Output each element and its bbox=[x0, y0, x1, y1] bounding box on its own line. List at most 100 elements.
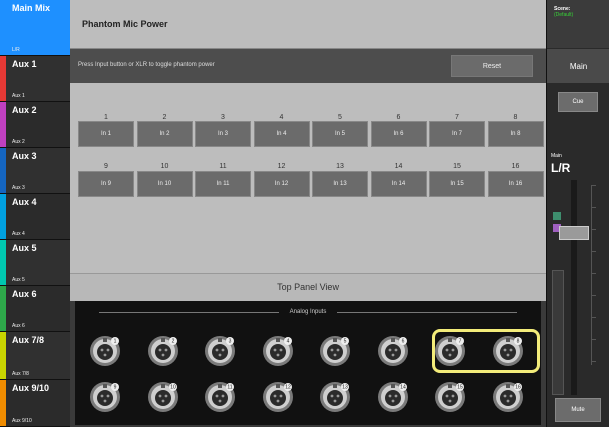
sidebar-mix-item[interactable]: Main Mix L/R bbox=[0, 0, 70, 56]
mix-sub-label: Aux 5 bbox=[12, 277, 25, 283]
svg-text:8: 8 bbox=[516, 339, 519, 345]
xlr-connector-icon[interactable]: 9 bbox=[89, 381, 121, 413]
mute-button[interactable]: Mute bbox=[555, 398, 601, 422]
scale-tick bbox=[592, 207, 596, 208]
input-button[interactable]: In 8 bbox=[487, 121, 544, 147]
xlr-connector-icon[interactable]: 16 bbox=[492, 381, 524, 413]
mix-name: Aux 2 bbox=[12, 105, 37, 115]
mix-name: Aux 5 bbox=[12, 243, 37, 253]
svg-text:3: 3 bbox=[229, 339, 232, 345]
input-button[interactable]: In 6 bbox=[370, 121, 427, 147]
fader-handle[interactable] bbox=[559, 226, 589, 240]
input-button[interactable]: In 13 bbox=[312, 171, 368, 197]
svg-text:12: 12 bbox=[285, 385, 291, 391]
input-number: 1 bbox=[104, 114, 108, 121]
scene-value: (Default) bbox=[554, 12, 574, 18]
input-button[interactable]: In 14 bbox=[370, 171, 427, 197]
sidebar-mix-item[interactable]: Aux 4 Aux 4 bbox=[0, 194, 70, 240]
instruction-bar: Press Input button or XLR to toggle phan… bbox=[70, 49, 546, 83]
mix-name: Aux 3 bbox=[12, 151, 37, 161]
mix-name: Aux 6 bbox=[12, 289, 37, 299]
fader-channel-name: L/R bbox=[551, 161, 571, 175]
input-button[interactable]: In 4 bbox=[253, 121, 310, 147]
input-number: 16 bbox=[511, 163, 520, 170]
scale-tick bbox=[592, 251, 596, 252]
svg-text:5: 5 bbox=[344, 339, 347, 345]
sidebar-mix-item[interactable]: Aux 5 Aux 5 bbox=[0, 240, 70, 286]
reset-button[interactable]: Reset bbox=[451, 55, 533, 77]
top-panel-title: Top Panel View bbox=[277, 282, 339, 292]
input-button[interactable]: In 10 bbox=[136, 171, 193, 197]
input-button[interactable]: In 1 bbox=[78, 121, 134, 147]
cue-button[interactable]: Cue bbox=[558, 92, 598, 112]
xlr-connector-icon[interactable]: 13 bbox=[319, 381, 351, 413]
scale-tick bbox=[592, 273, 596, 274]
sidebar-mix-item[interactable]: Aux 1 Aux 1 bbox=[0, 56, 70, 102]
sidebar-mix-item[interactable]: Aux 3 Aux 3 bbox=[0, 148, 70, 194]
scale-tick bbox=[592, 339, 596, 340]
xlr-connector-icon[interactable]: 2 bbox=[147, 335, 179, 367]
input-button[interactable]: In 12 bbox=[253, 171, 310, 197]
instruction-text: Press Input button or XLR to toggle phan… bbox=[78, 62, 215, 68]
input-number: 13 bbox=[336, 163, 344, 170]
xlr-connector-icon[interactable]: 10 bbox=[147, 381, 179, 413]
page-header: Phantom Mic Power bbox=[70, 0, 546, 49]
input-number: 5 bbox=[338, 114, 342, 121]
input-button[interactable]: In 2 bbox=[136, 121, 193, 147]
input-button[interactable]: In 3 bbox=[195, 121, 251, 147]
scale-tick bbox=[592, 361, 596, 362]
xlr-connector-icon[interactable]: 5 bbox=[319, 335, 351, 367]
xlr-connector-icon[interactable]: 1 bbox=[89, 335, 121, 367]
input-button[interactable]: In 9 bbox=[78, 171, 134, 197]
xlr-connector-icon[interactable]: 6 bbox=[377, 335, 409, 367]
xlr-connector-icon[interactable]: 14 bbox=[377, 381, 409, 413]
input-button[interactable]: In 11 bbox=[195, 171, 251, 197]
input-button[interactable]: In 5 bbox=[312, 121, 368, 147]
svg-text:1: 1 bbox=[114, 339, 117, 345]
mix-name: Aux 7/8 bbox=[12, 335, 45, 345]
input-number: 7 bbox=[455, 114, 459, 121]
input-number: 2 bbox=[162, 114, 167, 121]
mix-sub-label: Aux 3 bbox=[12, 185, 25, 191]
svg-text:16: 16 bbox=[515, 385, 521, 391]
svg-text:9: 9 bbox=[114, 385, 117, 391]
xlr-connector-icon[interactable]: 8 bbox=[492, 335, 524, 367]
sidebar-mix-item[interactable]: Aux 2 Aux 2 bbox=[0, 102, 70, 148]
xlr-connector-icon[interactable]: 4 bbox=[262, 335, 294, 367]
input-number: 10 bbox=[160, 163, 169, 170]
xlr-connector-icon[interactable]: 12 bbox=[262, 381, 294, 413]
xlr-connector-icon[interactable]: 15 bbox=[434, 381, 466, 413]
page-title: Phantom Mic Power bbox=[82, 19, 168, 29]
mix-color-strip bbox=[0, 194, 6, 239]
input-button[interactable]: In 16 bbox=[487, 171, 544, 197]
input-number: 8 bbox=[513, 114, 518, 121]
svg-text:4: 4 bbox=[286, 339, 289, 345]
sidebar-mix-item[interactable]: Aux 6 Aux 6 bbox=[0, 286, 70, 332]
xlr-connector-icon[interactable]: 7 bbox=[434, 335, 466, 367]
sidebar-mix-item[interactable]: Aux 9/10 Aux 9/10 bbox=[0, 380, 70, 427]
mix-sub-label: Aux 6 bbox=[12, 323, 25, 329]
sidebar-mix-item[interactable]: Aux 7/8 Aux 7/8 bbox=[0, 332, 70, 380]
mix-name: Main Mix bbox=[12, 3, 51, 13]
fader-title: Main bbox=[551, 153, 562, 159]
main-mix-label: Main bbox=[547, 49, 609, 83]
scale-tick bbox=[592, 185, 596, 186]
fader-track[interactable] bbox=[571, 180, 577, 395]
mix-sub-label: L/R bbox=[12, 47, 20, 53]
input-number: 4 bbox=[279, 114, 284, 121]
mix-sub-label: Aux 2 bbox=[12, 139, 25, 145]
xlr-connector-icon[interactable]: 3 bbox=[204, 335, 236, 367]
svg-text:13: 13 bbox=[342, 385, 348, 391]
scene-indicator[interactable]: Scene: (Default) bbox=[547, 0, 609, 48]
level-meter bbox=[552, 270, 564, 395]
input-number: 3 bbox=[221, 114, 225, 121]
input-button[interactable]: In 15 bbox=[429, 171, 485, 197]
scale-tick bbox=[592, 317, 596, 318]
xlr-connector-icon[interactable]: 11 bbox=[204, 381, 236, 413]
svg-text:10: 10 bbox=[170, 385, 176, 391]
mix-color-strip bbox=[0, 102, 6, 147]
mix-color-strip bbox=[0, 148, 6, 193]
mix-color-strip bbox=[0, 240, 6, 285]
mix-name: Aux 1 bbox=[12, 59, 37, 69]
input-button[interactable]: In 7 bbox=[429, 121, 485, 147]
